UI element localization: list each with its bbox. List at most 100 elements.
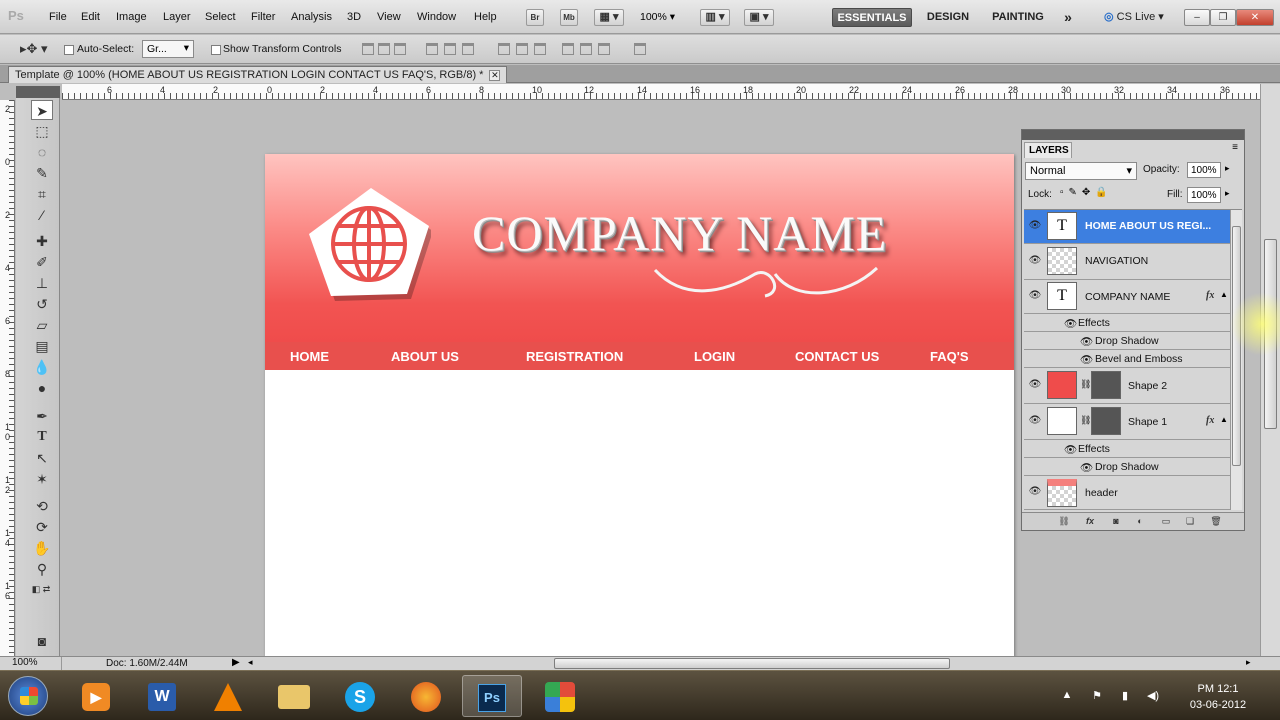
adjustment-layer-icon[interactable]: ◐	[1134, 516, 1146, 527]
horizontal-scroll-thumb[interactable]	[554, 658, 950, 669]
add-layer-style-icon[interactable]: fx	[1084, 516, 1096, 527]
layer-name[interactable]: Shape 1	[1128, 416, 1167, 428]
pen-tool-icon[interactable]: ✒	[31, 406, 53, 426]
fill-slider-icon[interactable]: ▸	[1225, 188, 1230, 199]
auto-align-icon[interactable]	[634, 43, 646, 55]
menu-edit[interactable]: Edit	[81, 11, 100, 23]
new-group-icon[interactable]: ▭	[1160, 516, 1172, 527]
path-selection-tool-icon[interactable]: ↖	[31, 448, 53, 468]
vertical-scrollbar[interactable]	[1260, 84, 1280, 656]
layers-panel-header[interactable]	[1022, 130, 1244, 140]
type-tool-icon[interactable]: T	[31, 427, 53, 447]
mini-bridge-button[interactable]: Mb	[560, 9, 578, 26]
scroll-right-icon[interactable]: ▸	[1246, 657, 1251, 668]
menu-analysis[interactable]: Analysis	[291, 11, 332, 23]
layer-name[interactable]: header	[1085, 487, 1118, 499]
layer-row-nav-text[interactable]: 👁 T HOME ABOUT US REGI...	[1024, 210, 1230, 244]
visibility-eye-icon[interactable]: 👁	[1028, 415, 1042, 426]
layer-row-company-name[interactable]: 👁 T COMPANY NAME fx ▲	[1024, 280, 1230, 314]
distribute-left-icon[interactable]	[562, 43, 574, 55]
layers-tab[interactable]: LAYERS	[1024, 142, 1072, 158]
opacity-slider-icon[interactable]: ▸	[1225, 163, 1230, 174]
effect-row-bevel-emboss[interactable]: 👁 Bevel and Emboss	[1024, 350, 1230, 368]
align-top-icon[interactable]	[362, 43, 374, 55]
visibility-eye-icon[interactable]: 👁	[1028, 220, 1042, 231]
visibility-eye-icon[interactable]: 👁	[1028, 255, 1042, 266]
collapse-effects-icon[interactable]: ▲	[1220, 415, 1228, 424]
menu-window[interactable]: Window	[417, 11, 456, 23]
layer-row-navigation[interactable]: 👁 NAVIGATION	[1024, 244, 1230, 280]
menu-file[interactable]: File	[49, 11, 67, 23]
align-hcenter-icon[interactable]	[444, 43, 456, 55]
layer-name[interactable]: COMPANY NAME	[1085, 291, 1170, 303]
eyedropper-tool-icon[interactable]: ⁄	[31, 205, 53, 225]
marquee-tool-icon[interactable]: ⬚	[31, 121, 53, 141]
effects-row[interactable]: 👁 Effects	[1024, 314, 1230, 332]
distribute-right-icon[interactable]	[598, 43, 610, 55]
brush-tool-icon[interactable]: ✐	[31, 252, 53, 272]
dodge-tool-icon[interactable]: ●	[31, 378, 53, 398]
align-left-icon[interactable]	[426, 43, 438, 55]
workspace-design[interactable]: DESIGN	[920, 8, 976, 27]
add-mask-icon[interactable]: ◙	[1110, 516, 1122, 527]
layer-name[interactable]: NAVIGATION	[1085, 255, 1148, 267]
power-icon[interactable]: ▮	[1118, 689, 1132, 703]
eraser-tool-icon[interactable]: ▱	[31, 315, 53, 335]
effects-eye-icon[interactable]: 👁	[1064, 317, 1077, 330]
layer-row-header[interactable]: 👁 header	[1024, 476, 1230, 510]
effect-eye-icon[interactable]: 👁	[1080, 335, 1093, 348]
cs-live-button[interactable]: ◎ CS Live ▾	[1104, 10, 1164, 23]
crop-tool-icon[interactable]: ⌗	[31, 184, 53, 204]
layer-effects-icon[interactable]: fx	[1206, 415, 1214, 426]
effect-row-drop-shadow[interactable]: 👁 Drop Shadow	[1024, 332, 1230, 350]
layer-name[interactable]: HOME ABOUT US REGI...	[1085, 220, 1211, 232]
quick-selection-tool-icon[interactable]: ✎	[31, 163, 53, 183]
view-extras-icon[interactable]: ▦ ▾	[594, 9, 624, 26]
volume-icon[interactable]: ◀)	[1146, 689, 1160, 703]
system-clock[interactable]: PM 12:1 03-06-2012	[1180, 681, 1256, 713]
layer-row-shape-1[interactable]: 👁 ⛓ Shape 1 fx ▲	[1024, 404, 1230, 440]
effect-eye-icon[interactable]: 👁	[1080, 353, 1093, 366]
align-right-icon[interactable]	[462, 43, 474, 55]
show-hidden-icons-icon[interactable]: ▲	[1060, 689, 1074, 703]
restore-button[interactable]: ❐	[1210, 9, 1236, 26]
close-button[interactable]: ✕	[1236, 9, 1274, 26]
menu-layer[interactable]: Layer	[163, 11, 191, 23]
firefox-icon[interactable]	[396, 675, 456, 717]
move-tool-icon[interactable]: ➤	[31, 100, 53, 120]
menu-filter[interactable]: Filter	[251, 11, 275, 23]
bridge-button[interactable]: Br	[526, 9, 544, 26]
layer-name[interactable]: Shape 2	[1128, 380, 1167, 392]
media-player-icon[interactable]: ▶	[66, 675, 126, 717]
link-layers-icon[interactable]: ⛓	[1058, 516, 1070, 527]
hand-tool-icon[interactable]: ✋	[31, 538, 53, 558]
move-tool-preset-icon[interactable]: ▸✥ ▾	[20, 41, 48, 57]
visibility-eye-icon[interactable]: 👁	[1028, 379, 1042, 390]
tools-panel-header[interactable]	[16, 86, 60, 98]
photoshop-taskbar-icon[interactable]: Ps	[462, 675, 522, 717]
gradient-tool-icon[interactable]: ▤	[31, 336, 53, 356]
opacity-field[interactable]: 100%	[1187, 162, 1221, 178]
3d-rotate-tool-icon[interactable]: ⟲	[31, 496, 53, 516]
panel-menu-icon[interactable]: ≡	[1232, 142, 1238, 153]
zoom-tool-icon[interactable]: ⚲	[31, 559, 53, 579]
collapse-effects-icon[interactable]: ▲	[1220, 290, 1228, 299]
quick-mask-icon[interactable]: ◙	[31, 631, 53, 651]
distribute-hcenter-icon[interactable]	[580, 43, 592, 55]
visibility-eye-icon[interactable]: 👁	[1028, 290, 1042, 301]
custom-shape-tool-icon[interactable]: ✶	[31, 469, 53, 489]
distribute-bottom-icon[interactable]	[534, 43, 546, 55]
effect-eye-icon[interactable]: 👁	[1080, 461, 1093, 474]
app-launcher-icon[interactable]	[530, 675, 590, 717]
align-bottom-icon[interactable]	[394, 43, 406, 55]
menu-image[interactable]: Image	[116, 11, 147, 23]
layer-row-shape-2[interactable]: 👁 ⛓ Shape 2	[1024, 368, 1230, 404]
skype-icon[interactable]: S	[330, 675, 390, 717]
distribute-top-icon[interactable]	[498, 43, 510, 55]
menu-help[interactable]: Help	[474, 11, 497, 23]
arrange-documents-icon[interactable]: ▥ ▾	[700, 9, 730, 26]
visibility-eye-icon[interactable]: 👁	[1028, 486, 1042, 497]
history-brush-tool-icon[interactable]: ↺	[31, 294, 53, 314]
more-workspaces-icon[interactable]: »	[1058, 8, 1078, 27]
document-canvas[interactable]: COMPANY NAME HOME ABOUT US REGISTRATION …	[265, 154, 1014, 656]
